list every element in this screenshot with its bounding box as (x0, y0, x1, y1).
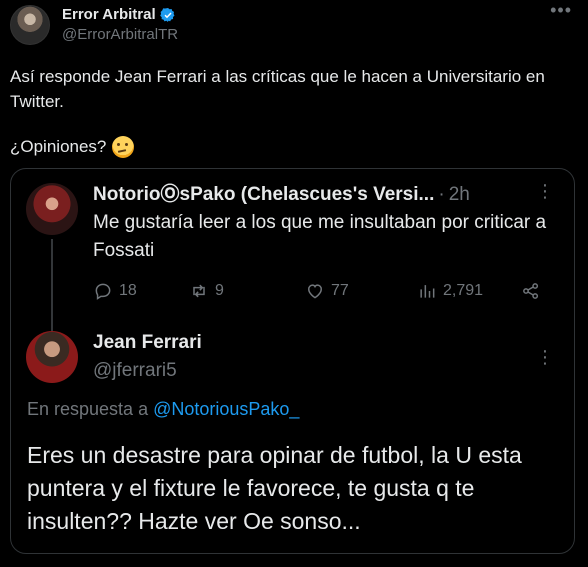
reply-text: Eres un desastre para opinar de futbol, … (27, 442, 522, 534)
views-count: 2,791 (443, 282, 484, 299)
quoted-thread-card[interactable]: NotorioⓄsPako (Chelascues's Versi... · 2… (10, 168, 575, 554)
tweet: Error Arbitral @ErrorArbitralTR ••• Así … (0, 0, 588, 567)
reply-more-icon[interactable]: ⋮ (536, 347, 554, 368)
like-count: 77 (331, 282, 349, 299)
quoted-time[interactable]: 2h (449, 181, 470, 209)
like-button[interactable]: 77 (305, 281, 349, 301)
share-icon (523, 283, 539, 299)
author-block: Error Arbitral @ErrorArbitralTR (62, 5, 178, 45)
action-bar: 18 9 77 2,791 (93, 277, 553, 305)
reply-author-block: Jean Ferrari @jferrari5 (93, 329, 202, 385)
views-icon (420, 285, 435, 298)
avatar[interactable] (10, 5, 50, 45)
reply-to-handle-link[interactable]: @NotoriousPako_ (153, 399, 299, 419)
tweet-header: Error Arbitral @ErrorArbitralTR (10, 4, 178, 46)
quoted-more-icon[interactable]: ⋮ (536, 181, 554, 202)
quoted-header: NotorioⓄsPako (Chelascues's Versi... · 2… (93, 181, 470, 209)
reply-author-name[interactable]: Jean Ferrari (93, 329, 202, 357)
tweet-text: Así responde Jean Ferrari a las críticas… (10, 67, 545, 111)
tweet-question: ¿Opiniones? (10, 134, 135, 159)
share-button[interactable] (521, 281, 541, 301)
name-row: Error Arbitral (62, 5, 178, 25)
reply-author-handle[interactable]: @jferrari5 (93, 357, 202, 385)
quoted-avatar[interactable] (26, 183, 78, 235)
retweet-icon (193, 284, 205, 298)
question-text: ¿Opiniones? (10, 137, 107, 156)
reply-avatar[interactable] (26, 331, 78, 383)
quoted-text: Me gustaría leer a los que me insultaban… (93, 212, 547, 261)
retweet-button[interactable]: 9 (189, 281, 224, 301)
reply-button[interactable]: 18 (93, 281, 137, 301)
reply-prefix: En respuesta a (27, 399, 149, 419)
author-handle[interactable]: @ErrorArbitralTR (62, 25, 178, 45)
verified-badge-icon (159, 8, 175, 22)
reply-context: En respuesta a @NotoriousPako_ (27, 399, 299, 420)
reply-icon (95, 283, 111, 300)
reply-count: 18 (119, 282, 137, 299)
views-button[interactable]: 2,791 (417, 281, 483, 301)
separator-dot: · (438, 184, 445, 205)
quoted-author-name[interactable]: NotorioⓄsPako (Chelascues's Versi... (93, 181, 434, 209)
more-options-icon[interactable]: ••• (550, 0, 572, 21)
retweet-count: 9 (215, 282, 224, 299)
heart-icon (307, 284, 323, 299)
author-name[interactable]: Error Arbitral (62, 5, 156, 25)
thinking-face-icon (112, 135, 135, 158)
